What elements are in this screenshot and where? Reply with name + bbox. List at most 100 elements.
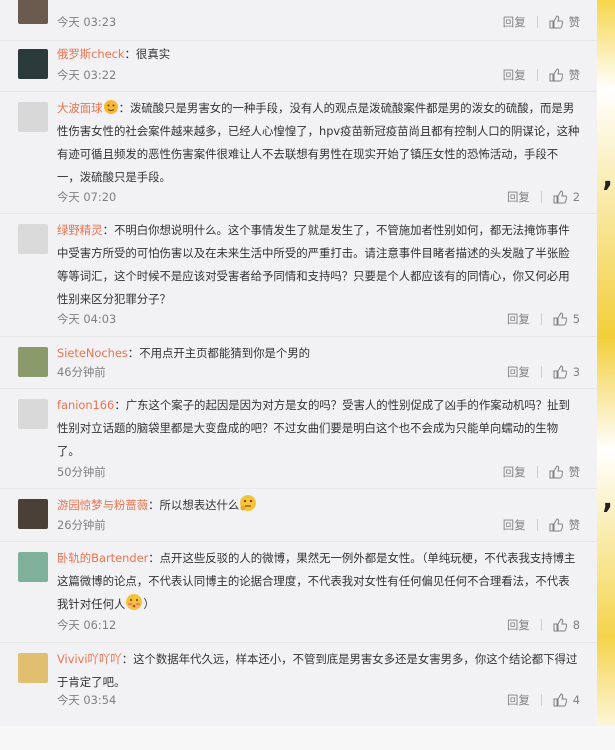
- comment-actions: 回复 赞: [503, 517, 580, 533]
- action-divider: [536, 466, 538, 478]
- thumbs-up-icon: [549, 15, 563, 29]
- comment-item: 卧轨的Bartender：点开这些反驳的人的微博，果然无一例外都是女性。（单纯玩…: [0, 542, 597, 643]
- thumbs-up-icon: [553, 365, 567, 379]
- like-count: 8: [572, 618, 580, 632]
- like-button[interactable]: 8: [553, 618, 580, 632]
- comment-item: 绿野精灵：不明白你想说明什么。这个事情发生了就是发生了，不管施加者性别如何，都无…: [0, 214, 597, 337]
- like-button[interactable]: 赞: [549, 14, 580, 30]
- comment-text: ：很真实: [124, 47, 171, 61]
- like-button[interactable]: 2: [553, 190, 580, 204]
- comment-actions: 回复 3: [507, 364, 580, 380]
- comment-text: ：泼硫酸只是男害女的一种手段，没有人的观点是泼硫酸案件都是男的泼女的硫酸，而是男…: [57, 101, 580, 184]
- comment-item: fanion166：广东这个案子的起因是因为对方是女的吗？受害人的性别促成了凶手…: [0, 389, 597, 489]
- action-divider: [536, 69, 538, 81]
- comment-actions: 回复 2: [507, 189, 580, 205]
- thumbs-up-icon: [553, 693, 567, 707]
- shy-emoji-icon: [126, 594, 143, 610]
- page-footer-area: [0, 726, 615, 750]
- comment-time: 46分钟前: [57, 365, 106, 379]
- comment-time: 26分钟前: [57, 518, 106, 532]
- user-avatar[interactable]: [18, 0, 48, 24]
- reply-link[interactable]: 回复: [503, 67, 526, 83]
- comment-time: 今天 06:12: [57, 618, 117, 632]
- like-button[interactable]: 5: [553, 312, 580, 326]
- user-avatar[interactable]: [18, 399, 48, 429]
- comment-username[interactable]: 大波面球: [57, 101, 103, 115]
- comment-text: ：不明白你想说明什么。这个事情发生了就是发生了，不管施加者性别如何，都无法掩饰事…: [57, 223, 570, 306]
- smirk-emoji-icon: [103, 100, 118, 114]
- comment-actions: 回复 5: [507, 311, 580, 327]
- like-count: 3: [572, 365, 580, 379]
- action-divider: [540, 313, 542, 325]
- like-count: 5: [572, 312, 580, 326]
- user-avatar[interactable]: [18, 49, 48, 79]
- like-button[interactable]: 赞: [549, 67, 580, 83]
- comment-item: SieteNoches：不用点开主页都能猜到你是个男的 46分钟前 回复 3: [0, 337, 597, 389]
- comment-time: 今天 03:22: [57, 68, 117, 82]
- comment-username[interactable]: fanion166: [57, 398, 114, 412]
- comment-text: ：广东这个案子的起因是因为对方是女的吗？受害人的性别促成了凶手的作案动机吗？扯到…: [57, 398, 570, 458]
- action-divider: [540, 694, 542, 706]
- comment-time: 今天 03:54: [57, 693, 117, 707]
- comment-actions: 回复 8: [507, 617, 580, 633]
- reply-link[interactable]: 回复: [507, 364, 530, 380]
- thumbs-up-icon: [549, 68, 563, 82]
- like-count: 2: [572, 190, 580, 204]
- reply-link[interactable]: 回复: [503, 14, 526, 30]
- reply-link[interactable]: 回复: [503, 464, 526, 480]
- action-divider: [540, 619, 542, 631]
- like-button[interactable]: 3: [553, 365, 580, 379]
- comment-text-tail: ）: [143, 597, 155, 611]
- thumbs-up-icon: [549, 518, 563, 532]
- comment-time: 今天 07:20: [57, 190, 117, 204]
- comment-username[interactable]: 绿野精灵: [57, 223, 103, 237]
- user-avatar[interactable]: [18, 653, 48, 683]
- comment-actions: 回复 赞: [503, 464, 580, 480]
- user-avatar[interactable]: [18, 347, 48, 377]
- like-count: 赞: [568, 15, 580, 29]
- background-quote-mark: ,: [602, 482, 613, 515]
- reply-link[interactable]: 回复: [507, 617, 530, 633]
- comment-text: ：不用点开主页都能猜到你是个男的: [127, 346, 311, 360]
- comment-list: 今天 03:23 回复 赞 俄罗斯check：很真实 今天 03:22 回复 赞: [0, 0, 597, 726]
- user-avatar[interactable]: [18, 499, 48, 529]
- like-button[interactable]: 赞: [549, 464, 580, 480]
- user-avatar[interactable]: [18, 102, 48, 132]
- comment-username[interactable]: 游园惊梦与粉蔷薇: [57, 498, 148, 512]
- action-divider: [540, 366, 542, 378]
- background-quote-mark: ,: [602, 160, 613, 193]
- comment-time: 今天 04:03: [57, 312, 117, 326]
- thumbs-up-icon: [553, 618, 567, 632]
- comment-text: ：这个数据年代久远，样本还小，不管到底是男害女多还是女害男多，你这个结论都下得过…: [57, 652, 578, 689]
- thumbs-up-icon: [553, 312, 567, 326]
- comment-item: Vivivi吖吖吖：这个数据年代久远，样本还小，不管到底是男害女多还是女害男多，…: [0, 643, 597, 719]
- comment-actions: 回复 赞: [503, 67, 580, 83]
- comment-username[interactable]: SieteNoches: [57, 346, 128, 360]
- action-divider: [536, 16, 538, 28]
- action-divider: [536, 519, 538, 531]
- comment-actions: 回复 赞: [503, 14, 580, 30]
- user-avatar[interactable]: [18, 552, 48, 582]
- thinking-emoji-icon: [240, 495, 257, 511]
- like-button[interactable]: 赞: [549, 517, 580, 533]
- like-count: 赞: [568, 68, 580, 82]
- like-count: 4: [572, 693, 580, 707]
- comment-time: 50分钟前: [57, 465, 106, 479]
- reply-link[interactable]: 回复: [507, 692, 530, 708]
- action-divider: [540, 191, 542, 203]
- reply-link[interactable]: 回复: [503, 517, 526, 533]
- comment-username[interactable]: 俄罗斯check: [57, 47, 125, 61]
- comment-item: 大波面球 ：泼硫酸只是男害女的一种手段，没有人的观点是泼硫酸案件都是男的泼女的硫酸…: [0, 92, 597, 214]
- comment-username[interactable]: 卧轨的Bartender: [57, 551, 148, 565]
- like-button[interactable]: 4: [553, 693, 580, 707]
- comment-item: 游园惊梦与粉蔷薇：所以想表达什么 26分钟前 回复 赞: [0, 489, 597, 542]
- comment-actions: 回复 4: [507, 692, 580, 708]
- like-count: 赞: [568, 518, 580, 532]
- reply-link[interactable]: 回复: [507, 189, 530, 205]
- user-avatar[interactable]: [18, 224, 48, 254]
- reply-link[interactable]: 回复: [507, 311, 530, 327]
- comment-text: ：所以想表达什么: [148, 498, 240, 512]
- comment-item: 俄罗斯check：很真实 今天 03:22 回复 赞: [0, 40, 597, 92]
- like-count: 赞: [568, 465, 580, 479]
- comment-username[interactable]: Vivivi吖吖吖: [57, 652, 122, 666]
